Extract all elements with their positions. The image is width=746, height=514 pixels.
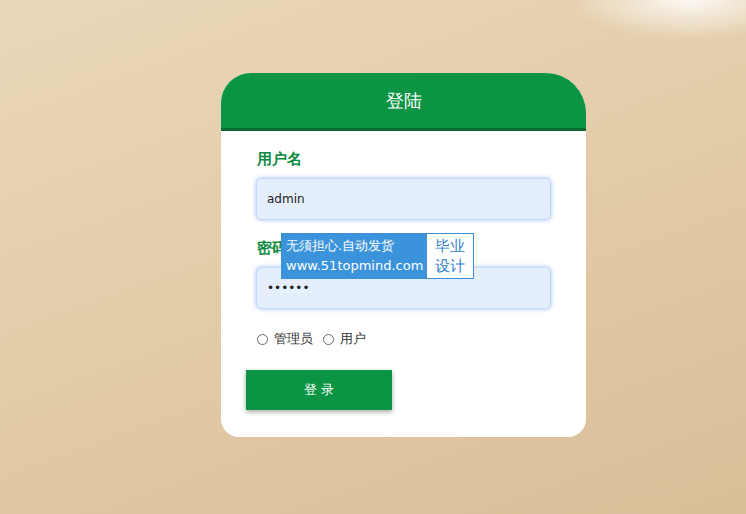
watermark-badge: 毕业设计 [427,234,473,278]
field-label: 用户名 [257,150,551,169]
watermark-text: 无须担心.自动发货www.51topmind.com [282,234,427,278]
form-field: 用户名 [246,150,551,220]
login-page: 登陆用户名密码管理员用户登 录无须担心.自动发货www.51topmind.co… [0,0,746,514]
login-card: 登陆用户名密码管理员用户登 录无须担心.自动发货www.51topmind.co… [221,73,586,437]
watermark-line: www.51topmind.com [286,256,423,276]
radio-mark[interactable] [323,334,334,345]
username-input[interactable] [256,178,551,220]
role-radio[interactable]: 用户 [323,330,366,348]
role-label: 管理员 [274,330,313,348]
watermark: 无须担心.自动发货www.51topmind.com毕业设计 [281,233,474,279]
radio-mark[interactable] [257,334,268,345]
card-header: 登陆 [221,73,586,128]
login-form: 用户名密码管理员用户登 录 [221,128,586,437]
watermark-line: 无须担心.自动发货 [286,236,423,256]
login-button[interactable]: 登 录 [246,370,392,410]
role-label: 用户 [340,330,366,348]
role-radio[interactable]: 管理员 [257,330,313,348]
role-group: 管理员 用户 [246,330,551,348]
